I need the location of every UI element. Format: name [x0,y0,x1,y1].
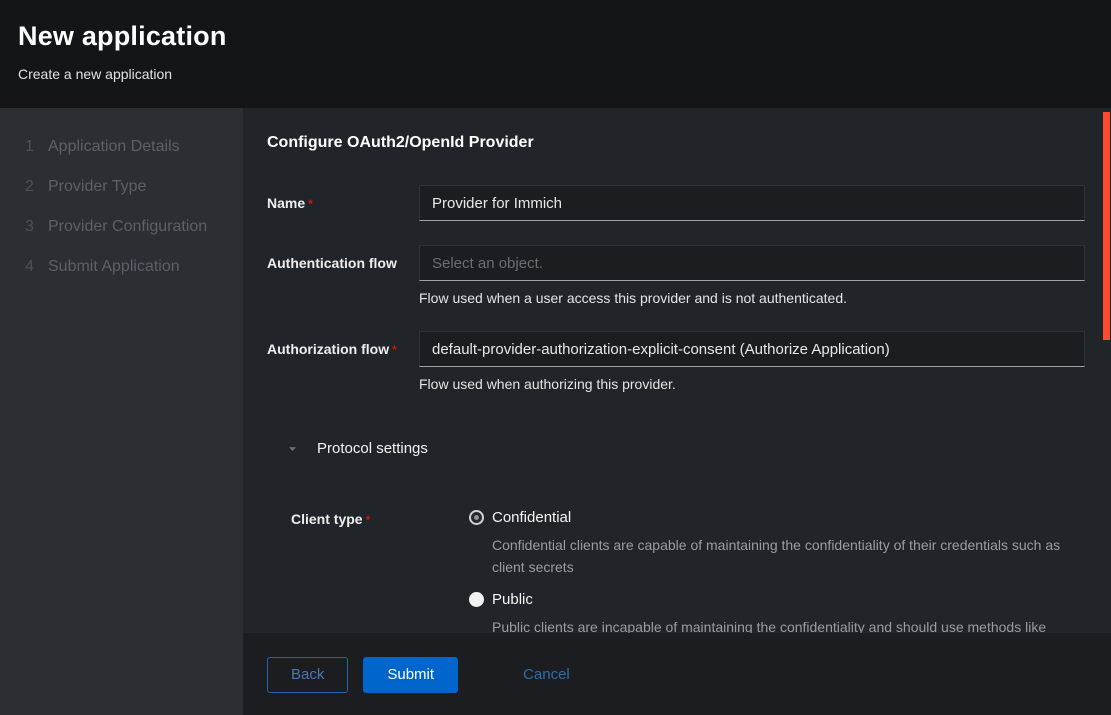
cancel-button[interactable]: Cancel [523,657,570,683]
step-application-details[interactable]: 1 Application Details [0,137,243,156]
wizard-title: New application [18,21,1091,52]
wizard-header: New application Create a new application [0,0,1111,108]
name-input[interactable] [419,185,1085,221]
client-type-label-text: Client type [291,511,363,527]
step-label: Application Details [48,137,180,156]
new-application-wizard: New application Create a new application… [0,0,1111,715]
authorization-flow-help: Flow used when authorizing this provider… [419,375,1085,393]
name-label-text: Name [267,195,305,211]
wizard-steps-list: 1 Application Details 2 Provider Type 3 … [0,137,243,276]
client-type-row: Client type* Confidential Confidential c… [291,509,1085,633]
authorization-flow-input[interactable] [419,331,1085,367]
radio-public[interactable]: Public [469,591,1085,608]
protocol-settings-expander[interactable]: Protocol settings [287,440,1085,457]
client-type-label: Client type* [291,509,419,633]
protocol-settings-title: Protocol settings [317,440,428,457]
required-asterisk: * [308,197,313,211]
name-row: Name* [267,185,1085,221]
authentication-flow-help: Flow used when a user access this provid… [419,289,1085,307]
authorization-flow-label: Authorization flow* [267,331,419,393]
authentication-flow-label: Authentication flow [267,245,419,307]
radio-selected-icon[interactable] [469,510,484,525]
radio-confidential-description: Confidential clients are capable of main… [492,534,1080,578]
protocol-settings-group: Client type* Confidential Confidential c… [267,509,1085,633]
client-type-option-public: Public Public clients are incapable of m… [469,591,1085,633]
step-label: Provider Configuration [48,217,207,236]
step-number: 4 [25,257,48,276]
wizard-subtitle: Create a new application [18,66,1091,82]
step-number: 1 [25,137,48,156]
authentication-flow-label-text: Authentication flow [267,255,397,271]
step-submit-application[interactable]: 4 Submit Application [0,257,243,276]
radio-public-description: Public clients are incapable of maintain… [492,616,1080,633]
radio-confidential[interactable]: Confidential [469,509,1085,526]
step-provider-type[interactable]: 2 Provider Type [0,177,243,196]
step-number: 2 [25,177,48,196]
step-label: Submit Application [48,257,180,276]
authentication-flow-row: Authentication flow Flow used when a use… [267,245,1085,307]
step-label: Provider Type [48,177,146,196]
authorization-flow-row: Authorization flow* Flow used when autho… [267,331,1085,393]
step-provider-configuration[interactable]: 3 Provider Configuration [0,217,243,236]
scrollbar-thumb[interactable] [1103,112,1110,340]
client-type-radio-group: Confidential Confidential clients are ca… [419,509,1085,633]
authorization-flow-label-text: Authorization flow [267,341,389,357]
radio-public-label: Public [492,591,533,608]
required-asterisk: * [366,513,371,527]
wizard-footer: Back Submit Cancel [243,633,1111,715]
wizard-steps-nav: 1 Application Details 2 Provider Type 3 … [0,108,243,715]
submit-button[interactable]: Submit [363,657,458,693]
name-label: Name* [267,185,419,221]
authentication-flow-input[interactable] [419,245,1085,281]
chevron-down-icon [287,443,298,454]
provider-form-pane: Configure OAuth2/OpenId Provider Name* A… [243,108,1111,633]
required-asterisk: * [392,343,397,357]
step-number: 3 [25,217,48,236]
back-button[interactable]: Back [267,657,348,693]
client-type-option-confidential: Confidential Confidential clients are ca… [469,509,1085,578]
radio-confidential-label: Confidential [492,509,571,526]
radio-unselected-icon[interactable] [469,592,484,607]
form-heading: Configure OAuth2/OpenId Provider [267,134,1085,152]
